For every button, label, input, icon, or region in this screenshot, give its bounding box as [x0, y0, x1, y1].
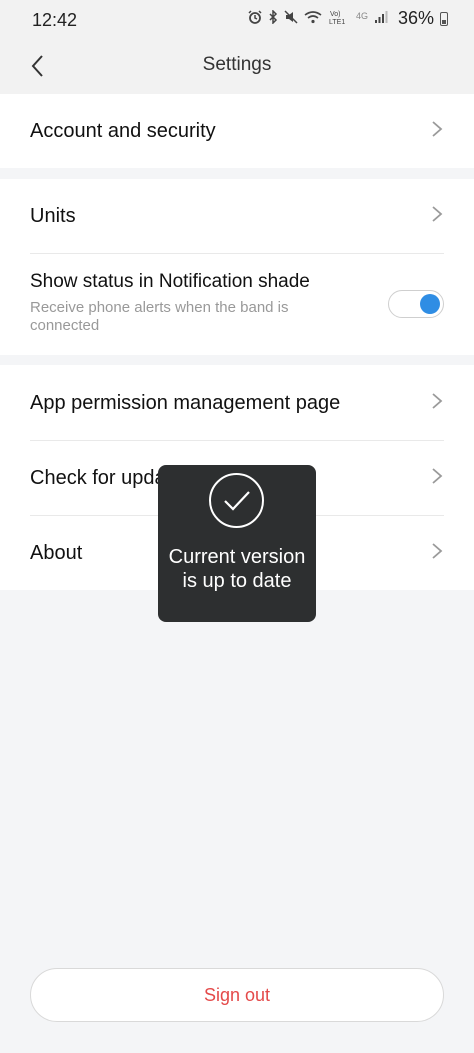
units-item[interactable]: Units [30, 195, 444, 237]
sign-out-button[interactable]: Sign out [30, 968, 444, 1022]
chevron-right-icon [430, 542, 444, 565]
account-security-item[interactable]: Account and security [30, 110, 444, 152]
page-title: Settings [202, 54, 272, 75]
app-header: Settings [0, 42, 474, 94]
divider [30, 253, 444, 254]
update-toast: Current version is up to date [158, 465, 316, 622]
chevron-right-icon [430, 392, 444, 415]
svg-text:LTE1: LTE1 [329, 19, 345, 25]
check-circle-icon [208, 472, 265, 529]
chevron-right-icon [430, 120, 444, 143]
notification-shade-description: Receive phone alerts when the band is co… [30, 299, 289, 334]
preferences-card: Units Show status in Notification shade … [0, 179, 474, 355]
status-time: 12:42 [32, 10, 78, 30]
account-card: Account and security [0, 94, 474, 168]
status-bar: 12:42 Vo) LTE1 4G 36% [0, 0, 474, 42]
chevron-right-icon [430, 467, 444, 490]
signal-icon [374, 10, 388, 27]
account-security-label: Account and security [30, 119, 216, 142]
app-permission-label: App permission management page [30, 391, 341, 414]
divider [30, 440, 444, 441]
status-icons: Vo) LTE1 4G 36% [248, 8, 448, 29]
chevron-right-icon [430, 205, 444, 228]
app-permission-item[interactable]: App permission management page [30, 382, 444, 424]
bluetooth-icon [268, 9, 278, 27]
notification-shade-item: Show status in Notification shade Receiv… [30, 271, 360, 335]
volte-icon: Vo) LTE1 [328, 9, 350, 28]
alarm-icon [248, 10, 262, 27]
wifi-icon [304, 10, 322, 27]
battery-icon [440, 11, 448, 26]
notification-shade-toggle[interactable] [388, 290, 444, 318]
notification-shade-label: Show status in Notification shade [30, 271, 310, 292]
svg-text:Vo): Vo) [330, 11, 341, 18]
about-label: About [30, 541, 83, 564]
toast-message: Current version is up to date [168, 546, 306, 592]
4g-icon: 4G [355, 10, 368, 21]
battery-percentage: 36% [397, 8, 434, 28]
units-label: Units [30, 204, 76, 227]
mute-icon [284, 10, 298, 27]
toggle-knob [420, 294, 440, 314]
